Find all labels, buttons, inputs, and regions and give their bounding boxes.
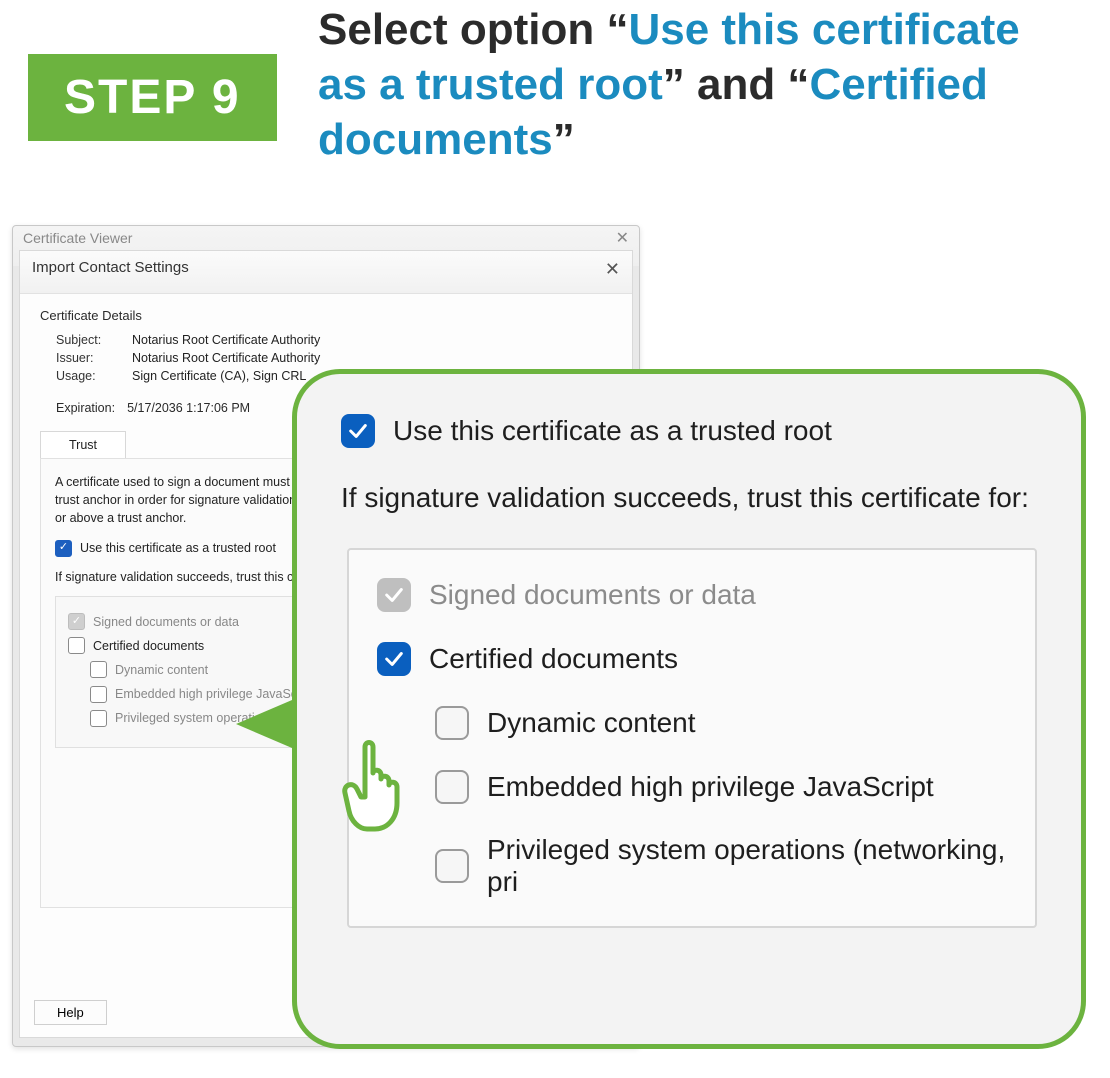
checkbox-dynamic-content[interactable]: [90, 661, 107, 678]
heading-mid: ” and “: [663, 60, 810, 109]
zoom-callout: Use this certificate as a trusted root I…: [292, 369, 1086, 1049]
checkbox-trusted-root-zoom-label: Use this certificate as a trusted root: [393, 415, 832, 447]
checkbox-certified-docs[interactable]: [68, 637, 85, 654]
validation-line-zoom: If signature validation succeeds, trust …: [341, 482, 1037, 514]
label-issuer: Issuer:: [56, 351, 120, 365]
checkmark-icon: [383, 584, 405, 606]
checkbox-privileged-ops-zoom-label: Privileged system operations (networking…: [487, 834, 1023, 898]
label-subject: Subject:: [56, 333, 120, 347]
trust-options-box-zoom: Signed documents or data Certified docum…: [347, 548, 1037, 928]
checkbox-signed-docs-label: Signed documents or data: [93, 613, 239, 631]
checkbox-signed-docs: ✓: [68, 613, 85, 630]
checkmark-icon: [347, 420, 369, 442]
value-usage: Sign Certificate (CA), Sign CRL: [132, 369, 306, 383]
details-section-title: Certificate Details: [40, 308, 612, 323]
checkbox-signed-docs-zoom-label: Signed documents or data: [429, 579, 756, 611]
inner-window-title: Import Contact Settings: [32, 259, 189, 276]
checkbox-privileged-ops[interactable]: [90, 710, 107, 727]
checkbox-ehpjs-zoom[interactable]: [435, 770, 469, 804]
heading-suffix: ”: [553, 115, 575, 164]
help-button[interactable]: Help: [34, 1000, 107, 1025]
value-expiration: 5/17/2036 1:17:06 PM: [127, 401, 250, 415]
callout-pointer-icon: [236, 700, 292, 748]
checkmark-icon: [383, 648, 405, 670]
checkbox-signed-docs-zoom: [377, 578, 411, 612]
value-subject: Notarius Root Certificate Authority: [132, 333, 320, 347]
close-icon[interactable]: ✕: [616, 228, 629, 248]
step-instruction: Select option “Use this certificate as a…: [318, 2, 1078, 167]
heading-prefix: Select option “: [318, 5, 628, 54]
checkbox-certified-docs-zoom-label: Certified documents: [429, 643, 678, 675]
checkbox-trusted-root-zoom[interactable]: [341, 414, 375, 448]
outer-window-title-text: Certificate Viewer: [23, 230, 132, 246]
cursor-hand-icon: [335, 735, 413, 835]
checkbox-dynamic-content-label: Dynamic content: [115, 661, 208, 679]
label-expiration: Expiration:: [56, 401, 115, 415]
tab-trust[interactable]: Trust: [40, 431, 126, 458]
close-icon[interactable]: ✕: [605, 259, 620, 280]
step-badge: STEP 9: [28, 54, 277, 141]
checkbox-certified-docs-zoom[interactable]: [377, 642, 411, 676]
value-issuer: Notarius Root Certificate Authority: [132, 351, 320, 365]
label-usage: Usage:: [56, 369, 120, 383]
checkbox-trusted-root-label: Use this certificate as a trusted root: [80, 539, 276, 557]
checkbox-ehpjs-zoom-label: Embedded high privilege JavaScript: [487, 771, 934, 803]
checkbox-trusted-root[interactable]: ✓: [55, 540, 72, 557]
checkbox-ehpjs[interactable]: [90, 686, 107, 703]
checkbox-certified-docs-label: Certified documents: [93, 637, 204, 655]
inner-window-titlebar: Import Contact Settings ✕: [20, 251, 632, 294]
checkbox-privileged-ops-zoom[interactable]: [435, 849, 469, 883]
checkbox-dynamic-content-zoom[interactable]: [435, 706, 469, 740]
checkbox-dynamic-content-zoom-label: Dynamic content: [487, 707, 696, 739]
